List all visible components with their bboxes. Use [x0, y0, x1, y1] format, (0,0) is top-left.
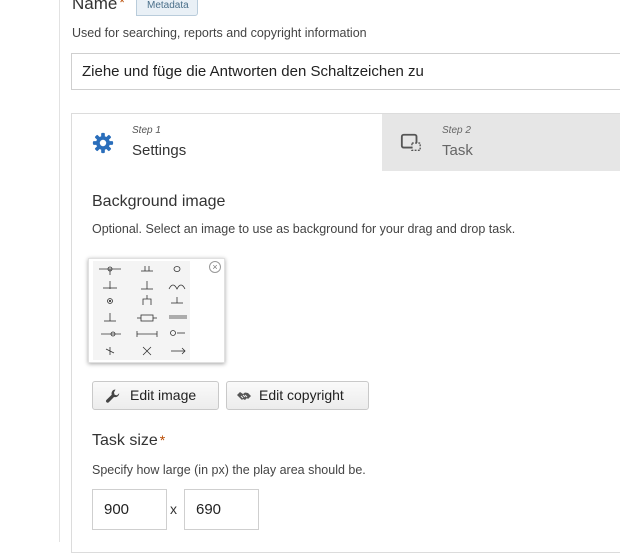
background-image-title: Background image — [92, 193, 226, 210]
tab-label: Task — [442, 142, 473, 159]
background-image-description: Optional. Select an image to use as back… — [92, 222, 516, 236]
tab-step-label: Step 2 — [442, 125, 471, 136]
task-size-description: Specify how large (in px) the play area … — [92, 463, 366, 477]
metadata-button[interactable]: Metadata — [136, 0, 198, 16]
name-description: Used for searching, reports and copyrigh… — [72, 26, 367, 40]
handshake-icon — [237, 392, 251, 400]
task-width-input[interactable]: 900 — [92, 489, 167, 530]
wrench-icon — [106, 389, 120, 403]
remove-image-icon[interactable]: × — [209, 261, 221, 273]
name-input[interactable]: Ziehe und füge die Antworten den Schaltz… — [71, 53, 620, 90]
gear-icon — [92, 132, 114, 154]
circuit-symbols-image — [93, 261, 190, 360]
edit-image-label: Edit image — [130, 387, 197, 403]
required-mark: * — [119, 0, 125, 10]
task-size-title: Task size * — [92, 432, 166, 449]
tab-step-label: Step 1 — [132, 125, 161, 136]
required-mark: * — [159, 432, 166, 448]
circuit-symbols-drawing — [99, 266, 187, 356]
size-separator: x — [170, 501, 177, 517]
tab-settings[interactable]: Step 1 Settings — [72, 114, 382, 171]
edit-copyright-label: Edit copyright — [259, 387, 344, 403]
edit-image-button[interactable]: Edit image — [92, 381, 219, 410]
background-image-thumbnail[interactable]: × — [88, 258, 225, 363]
left-border — [59, 0, 60, 542]
task-icon — [400, 133, 421, 152]
name-label: Name * — [72, 0, 125, 14]
edit-copyright-button[interactable]: Edit copyright — [226, 381, 369, 410]
task-height-input[interactable]: 690 — [184, 489, 259, 530]
tab-task[interactable]: Step 2 Task — [382, 114, 620, 171]
tab-label: Settings — [132, 142, 187, 159]
